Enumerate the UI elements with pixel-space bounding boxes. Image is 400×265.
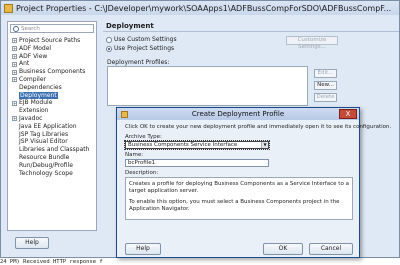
tree-item-label: Project Source Paths [19, 37, 81, 44]
tree-item-label: Extension [19, 107, 49, 115]
tree-item-label: JSP Visual Editor [19, 138, 68, 146]
window-title: Project Properties - C:\JDeveloper\mywor… [16, 3, 392, 13]
use-custom-settings-radio[interactable]: Use Custom Settings [106, 36, 177, 43]
name-input[interactable]: bcProfile1 [125, 159, 269, 167]
tree-item-label: ADF Model [19, 44, 52, 52]
panel-header: Deployment [103, 21, 399, 32]
tree-item[interactable]: + Compiler [12, 76, 94, 84]
search-icon [13, 25, 19, 32]
tree-item-label: Javadoc [19, 114, 43, 122]
tree-item-label: JSP Tag Libraries [19, 130, 69, 138]
archive-type-label: Archive Type: [125, 134, 162, 140]
customize-settings-button[interactable]: Customize Settings... [286, 36, 338, 50]
tree-item[interactable]: + Project Source Paths [12, 37, 94, 45]
description-text-1: Creates a profile for deploying Business… [129, 181, 349, 194]
search-input[interactable]: Search [21, 26, 40, 32]
help-button[interactable]: Help [15, 237, 49, 249]
ok-button[interactable]: OK [263, 243, 303, 255]
delete-button[interactable]: Delete [314, 93, 337, 102]
edit-button[interactable]: Edit... [314, 69, 337, 78]
tree-item-label: Technology Scope [19, 169, 73, 177]
dialog-help-button[interactable]: Help [125, 243, 161, 255]
log-output: 24 PM) Received HTTP response f [0, 259, 103, 265]
description-label: Description: [125, 170, 159, 176]
cancel-button[interactable]: Cancel [309, 243, 353, 255]
deployment-profiles-list[interactable] [107, 66, 308, 106]
tree-item[interactable]: + Business Components [12, 68, 94, 76]
search-box[interactable]: Search [10, 24, 94, 33]
dialog-instructions: Click OK to create your new deployment p… [125, 124, 392, 130]
tree-item[interactable]: Technology Scope [12, 170, 94, 178]
dialog-titlebar[interactable]: Create Deployment Profile X [117, 108, 359, 120]
window-titlebar[interactable]: Project Properties - C:\JDeveloper\mywor… [1, 1, 399, 15]
close-icon[interactable]: X [339, 109, 357, 119]
tree-item[interactable]: Java EE Application [12, 123, 94, 131]
use-custom-label: Use Custom Settings [114, 36, 177, 43]
tree-item[interactable]: Deployment [12, 91, 94, 100]
radio-icon [106, 36, 112, 43]
category-tree: + Project Source Paths + ADF Model + ADF View… [12, 37, 94, 177]
use-project-label: Use Project Settings [114, 45, 175, 52]
dialog-title: Create Deployment Profile [191, 110, 285, 118]
expand-icon[interactable]: + [12, 38, 17, 44]
expand-icon[interactable]: + [12, 116, 17, 122]
expand-icon[interactable]: + [12, 46, 17, 52]
expand-icon[interactable]: + [12, 53, 17, 59]
archive-type-value: Business Components Service Interface [128, 142, 238, 148]
tree-item-label: Ant [19, 60, 30, 68]
expand-icon[interactable]: + [12, 69, 17, 75]
tree-item[interactable]: + EJB Module [12, 99, 94, 107]
use-project-settings-radio[interactable]: Use Project Settings [106, 45, 174, 52]
expand-icon[interactable]: + [12, 61, 17, 67]
new-button[interactable]: New... [314, 81, 337, 90]
radio-selected-icon [106, 45, 112, 52]
tree-item[interactable]: + ADF Model [12, 45, 94, 53]
tree-item-label: ADF View [19, 52, 48, 60]
deployment-profiles-label: Deployment Profiles: [107, 59, 170, 66]
tree-item[interactable]: Dependencies [12, 84, 94, 92]
tree-item-label: Run/Debug/Profile [19, 161, 73, 169]
tree-item[interactable]: Extension [12, 107, 94, 115]
chevron-down-icon[interactable]: ▼ [261, 142, 268, 148]
tree-item[interactable]: + Javadoc [12, 115, 94, 123]
app-icon [4, 3, 13, 13]
tree-item[interactable]: JSP Visual Editor [12, 138, 94, 146]
description-text-2: To enable this option, you must select a… [129, 199, 340, 212]
tree-item-label: Business Components [19, 68, 86, 76]
tree-item-label: Compiler [19, 75, 47, 83]
name-label: Name: [125, 152, 144, 158]
archive-type-select[interactable]: Business Components Service Interface ▼ [124, 140, 270, 150]
tree-item-label: EJB Module [19, 99, 53, 107]
tree-item[interactable]: Resource Bundle [12, 154, 94, 162]
tree-item-label: Deployment [19, 91, 58, 100]
tree-item-label: Java EE Application [19, 122, 77, 130]
tree-item-label: Dependencies [19, 83, 62, 91]
tree-item[interactable]: + ADF View [12, 53, 94, 61]
tree-item-label: Resource Bundle [19, 153, 70, 161]
expand-icon[interactable]: + [12, 100, 17, 106]
tree-item[interactable]: Run/Debug/Profile [12, 162, 94, 170]
category-panel: Search + Project Source Paths + ADF Model + A… [7, 21, 97, 231]
tree-item[interactable]: + Ant [12, 60, 94, 68]
tree-item-label: Libraries and Classpath [19, 146, 90, 154]
description-box: Creates a profile for deploying Business… [125, 177, 353, 220]
tree-item[interactable]: Libraries and Classpath [12, 146, 94, 154]
create-deployment-profile-dialog: Create Deployment Profile X Click OK to … [116, 107, 392, 258]
tree-item[interactable]: JSP Tag Libraries [12, 131, 94, 139]
expand-icon[interactable]: + [12, 77, 17, 83]
